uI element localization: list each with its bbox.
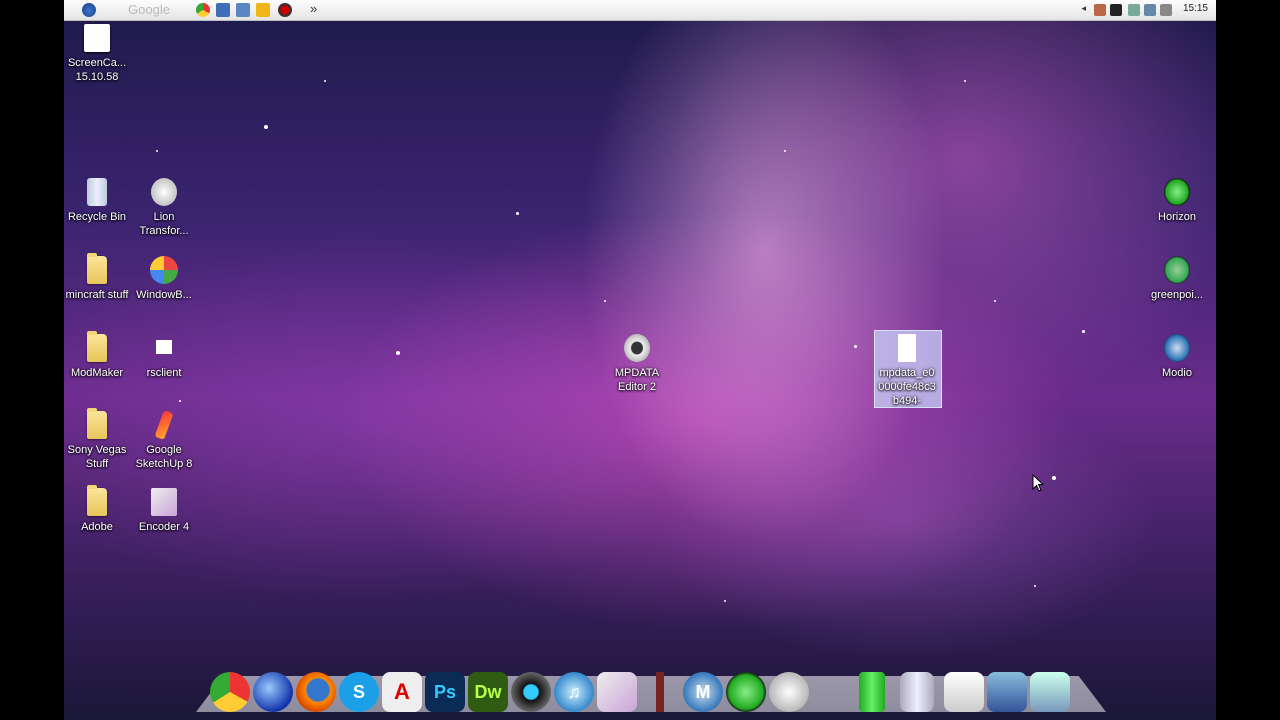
shortcut-file-icon [156,340,172,354]
apple-menu-icon[interactable] [82,3,96,17]
desktop-icon-adobe[interactable]: Adobe [64,485,133,534]
desktop-icon-horizon[interactable]: Horizon [1141,178,1213,224]
folder-icon [87,253,107,284]
dock-photoshop-icon[interactable]: Ps [425,672,465,712]
window-switch-icon[interactable] [236,3,250,17]
dock-camera-icon[interactable] [511,672,551,712]
dock-encoder-icon[interactable] [597,672,637,712]
top-menu-bar: Google » ◂ 15:15 [64,0,1216,21]
dock-battery-icon[interactable] [859,672,885,712]
modio-icon [1164,334,1190,362]
desktop-icon-rsclient[interactable]: rsclient [128,334,200,380]
palette-icon [150,256,178,284]
desktop-icon-label: ScreenCa... 15.10.58 [67,57,127,83]
tray-monitor-icon[interactable] [1144,4,1156,16]
gear-icon [624,334,650,362]
desktop-icon-label: Google SketchUp 8 [135,444,193,470]
dock-modio-icon[interactable]: M [683,672,723,712]
tray-volume-icon[interactable] [1160,4,1172,16]
dock-firefox-icon[interactable] [296,672,336,712]
desktop-icon-windowblinds[interactable]: WindowB... [128,256,200,302]
desktop-icon-label: greenpoi... [1151,289,1203,301]
tray-arrow-icon[interactable]: ◂ [1081,3,1086,14]
recycle-bin-icon [87,178,107,206]
desktop-icon-label: Horizon [1158,211,1196,223]
dock-apple-icon[interactable] [769,672,809,712]
clock[interactable]: 15:15 [1183,3,1208,14]
tray-network-icon[interactable] [1128,4,1140,16]
folder-icon [87,331,107,362]
dock-chrome-icon[interactable] [210,672,250,712]
media-player-icon[interactable] [256,3,270,17]
desktop-icon-label: Lion Transfor... [139,211,189,237]
xbox-icon [1164,178,1190,206]
desktop-icon-label: Encoder 4 [138,521,190,533]
desktop-icon-mincraft-stuff[interactable]: mincraft stuff [64,253,133,302]
dock-xbox-icon[interactable] [726,672,766,712]
desktop-icon-label: Adobe [81,521,113,533]
desktop-icon-label: rsclient [146,367,182,379]
desktop-icon-recycle-bin[interactable]: Recycle Bin [64,178,133,224]
desktop-icon-label: ModMaker [71,367,123,379]
dock-documents-icon[interactable] [944,672,984,712]
desktop-icon-modio[interactable]: Modio [1141,334,1213,380]
tray-pad-icon[interactable] [1110,4,1122,16]
dock-dreamweaver-icon[interactable]: Dw [468,672,508,712]
desktop-icon-label: mpdata_e00000fe48c3b494- [878,367,936,407]
show-desktop-icon[interactable] [216,3,230,17]
video-file-icon [84,24,110,52]
dock-torch-icon[interactable] [640,672,680,712]
desktop-icon-lion-transformation[interactable]: Lion Transfor... [128,178,200,238]
desktop-icon-label: Recycle Bin [67,211,127,223]
desktop-icon-sony-vegas-stuff[interactable]: Sony Vegas Stuff [64,408,133,471]
desktop-icon-label: Modio [1162,367,1192,379]
dock-folder-icon[interactable] [1030,672,1070,712]
google-search-field[interactable]: Google [104,1,194,18]
sketchup-icon [154,410,174,440]
desktop-icon-screencapture[interactable]: ScreenCa... 15.10.58 [64,24,133,84]
desktop-icon-mpdata-file[interactable]: mpdata_e00000fe48c3b494- [871,334,943,408]
dock-skype-icon[interactable]: S [339,672,379,712]
dock-trash-icon[interactable] [900,672,934,712]
record-icon[interactable] [278,3,292,17]
dock-downloads-icon[interactable] [987,672,1027,712]
desktop-icon-encoder[interactable]: Encoder 4 [128,488,200,534]
desktop-icon-label: MPDATA Editor 2 [614,367,660,393]
dock-google-earth-icon[interactable] [253,672,293,712]
folder-icon [87,485,107,516]
blank-file-icon [898,334,916,362]
folder-icon [87,408,107,439]
dock-itunes-icon[interactable]: ♫ [554,672,594,712]
desktop[interactable]: Google » ◂ 15:15 ScreenCa... 15.10.58 Re… [64,0,1216,720]
desktop-icon-greenpois0n[interactable]: greenpoi... [1141,256,1213,302]
tray-people-icon[interactable] [1094,4,1106,16]
dock-acrobat-icon[interactable]: A [382,672,422,712]
apple-logo-icon [151,178,177,206]
greenpois0n-icon [1164,256,1190,284]
desktop-icon-google-sketchup[interactable]: Google SketchUp 8 [128,410,200,471]
more-items-icon[interactable]: » [310,1,317,16]
desktop-icon-label: WindowB... [136,289,192,301]
encoder-icon [151,488,177,516]
chrome-icon[interactable] [196,3,210,17]
desktop-icon-label: Sony Vegas Stuff [67,444,127,470]
mouse-cursor-icon [1032,474,1044,492]
desktop-icon-modmaker[interactable]: ModMaker [64,331,133,380]
desktop-icon-mpdata-editor[interactable]: MPDATA Editor 2 [601,334,673,394]
desktop-icon-label: mincraft stuff [65,289,129,301]
